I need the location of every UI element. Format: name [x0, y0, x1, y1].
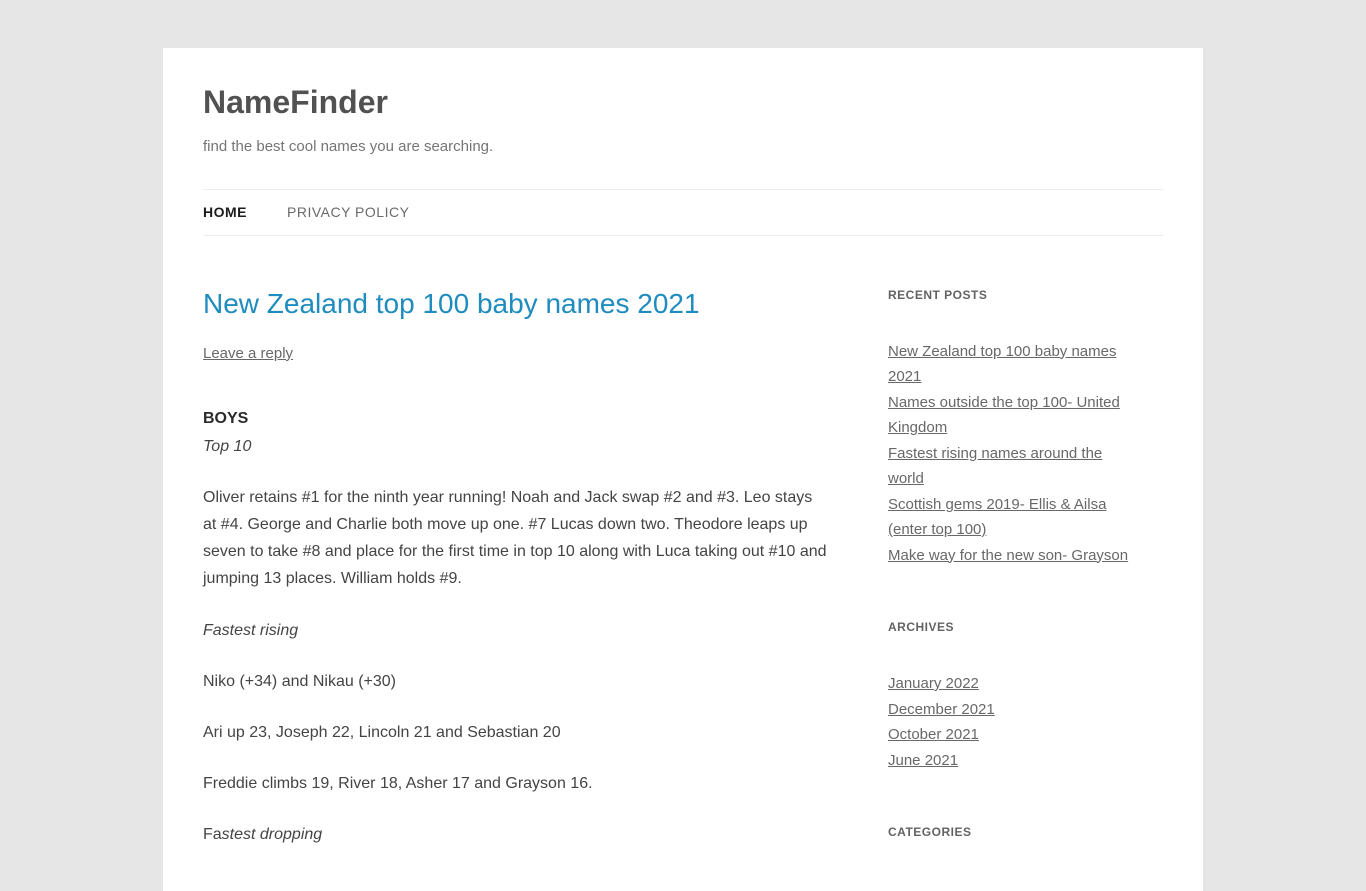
leave-reply-link[interactable]: Leave a reply [203, 343, 293, 366]
post-body: BOYS Top 10 Oliver retains #1 for the ni… [203, 405, 828, 848]
archive-link[interactable]: December 2021 [888, 701, 995, 718]
site-header: NameFinder find the best cool names you … [203, 48, 1163, 159]
recent-posts-widget: RECENT POSTS New Zealand top 100 baby na… [888, 286, 1138, 569]
rising-p2: Ari up 23, Joseph 22, Lincoln 21 and Seb… [203, 719, 828, 746]
archive-link[interactable]: June 2021 [888, 752, 958, 769]
top10-label: Top 10 [203, 438, 251, 455]
rising-p1: Niko (+34) and Nikau (+30) [203, 668, 828, 695]
recent-posts-title: RECENT POSTS [888, 286, 1138, 304]
site-tagline: find the best cool names you are searchi… [203, 136, 1163, 159]
nav-home[interactable]: HOME [203, 190, 247, 235]
rising-p3: Freddie climbs 19, River 18, Asher 17 an… [203, 770, 828, 797]
archives-title: ARCHIVES [888, 618, 1138, 636]
fastest-dropping-label: Fastest dropping [203, 821, 828, 848]
archives-widget: ARCHIVES January 2022 December 2021 Octo… [888, 618, 1138, 773]
categories-widget: CATEGORIES [888, 823, 1138, 841]
recent-post-link[interactable]: Fastest rising names around the world [888, 445, 1102, 488]
boys-heading: BOYS [203, 410, 248, 427]
recent-post-link[interactable]: Names outside the top 100- United Kingdo… [888, 394, 1120, 437]
site-title[interactable]: NameFinder [203, 78, 1163, 126]
archive-link[interactable]: October 2021 [888, 726, 979, 743]
post-title[interactable]: New Zealand top 100 baby names 2021 [203, 286, 828, 322]
nav-privacy-policy[interactable]: PRIVACY POLICY [287, 190, 409, 235]
archive-link[interactable]: January 2022 [888, 675, 979, 692]
recent-post-link[interactable]: Scottish gems 2019- Ellis & Ailsa (enter… [888, 496, 1106, 539]
recent-post-link[interactable]: Make way for the new son- Grayson [888, 547, 1128, 564]
sidebar: RECENT POSTS New Zealand top 100 baby na… [888, 286, 1138, 891]
main-nav: HOME PRIVACY POLICY [203, 189, 1163, 236]
main-content: New Zealand top 100 baby names 2021 Leav… [203, 286, 828, 891]
top10-paragraph: Oliver retains #1 for the ninth year run… [203, 484, 828, 593]
recent-post-link[interactable]: New Zealand top 100 baby names 2021 [888, 343, 1116, 386]
categories-title: CATEGORIES [888, 823, 1138, 841]
fastest-rising-label: Fastest rising [203, 622, 298, 639]
